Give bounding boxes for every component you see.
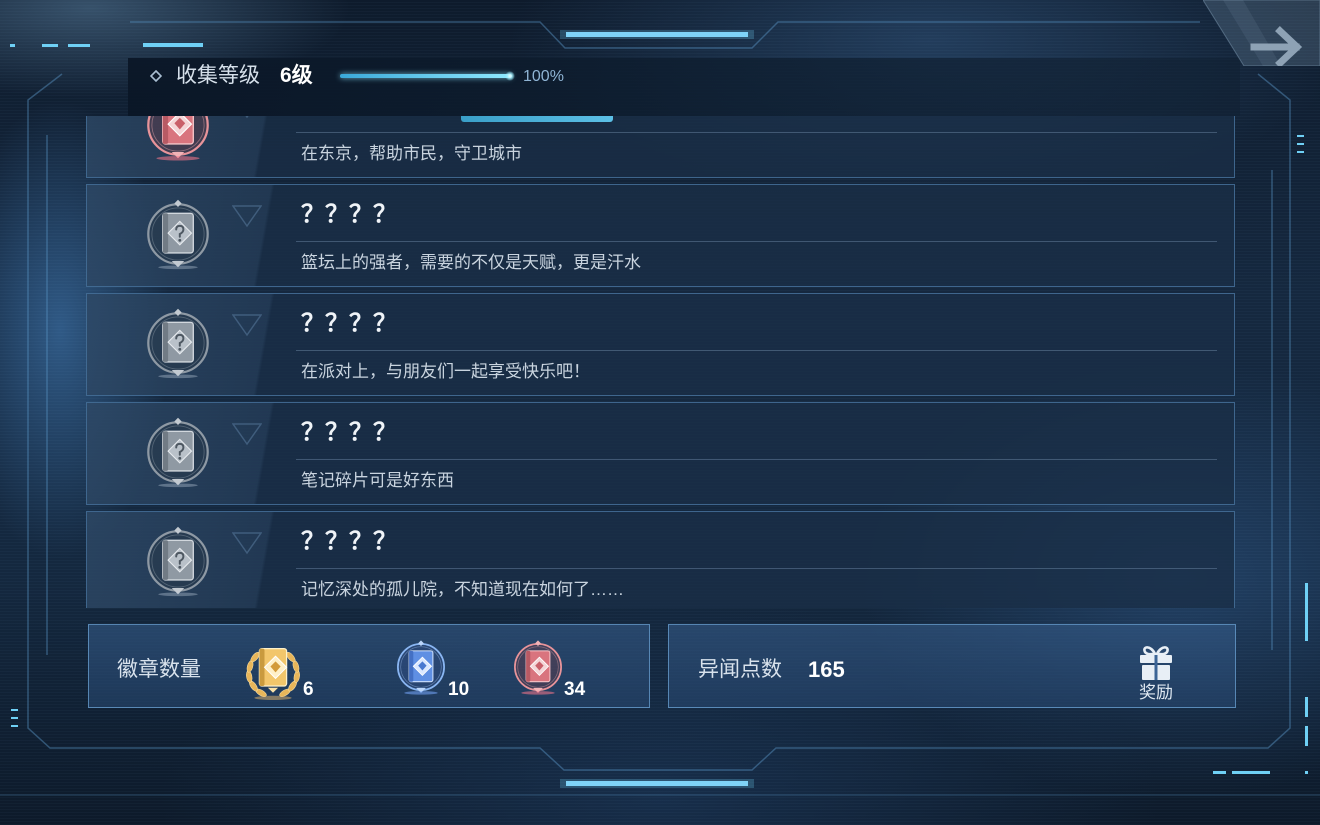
points-label: 异闻点数: [698, 658, 782, 681]
arrow-right-icon: [1202, 0, 1320, 68]
row-divider: [296, 459, 1217, 460]
reward-label: 奖励: [1139, 683, 1173, 702]
triangle-ornament-icon: [245, 116, 249, 119]
triangle-ornament-icon: [232, 205, 262, 228]
achievement-row[interactable]: ？？？？ 篮坛上的强者，需要的不仅是天赋，更是汗水: [86, 184, 1235, 287]
locked-badge-icon: [147, 525, 209, 597]
pink-badge-icon: [514, 639, 562, 695]
pink-badge-icon: [147, 116, 209, 161]
achievement-title: ？？？？: [301, 310, 397, 337]
achievement-description: 在东京，帮助市民，守卫城市: [301, 144, 522, 163]
achievement-description: 在派对上，与朋友们一起享受快乐吧！: [301, 362, 590, 381]
achievement-description: 篮坛上的强者，需要的不仅是天赋，更是汗水: [301, 253, 641, 272]
points-value: 165: [808, 657, 845, 682]
achievement-list-content: 在东京，帮助市民，守卫城市 ？？？？ 篮坛上的强者，需要的不仅是天赋，更是汗水 …: [86, 116, 1235, 608]
level-progress-bar: [340, 71, 515, 81]
title-highlight-bar: [461, 116, 613, 122]
blue-badge-count: 10: [448, 679, 470, 700]
achievement-list[interactable]: 在东京，帮助市民，守卫城市 ？？？？ 篮坛上的强者，需要的不仅是天赋，更是汗水 …: [86, 116, 1235, 608]
achievement-row[interactable]: ？？？？ 在派对上，与朋友们一起享受快乐吧！: [86, 293, 1235, 396]
gold-badge-icon: [244, 647, 302, 701]
achievement-description: 笔记碎片可是好东西: [301, 471, 454, 490]
achievement-title: ？？？？: [301, 201, 397, 228]
locked-badge-icon: [147, 416, 209, 488]
badge-summary-panel: 徽章数量 6 10 34: [88, 624, 650, 708]
collection-level-label: 收集等级: [176, 64, 260, 87]
achievement-title: ？？？？: [301, 528, 397, 555]
achievement-description: 记忆深处的孤儿院，不知道现在如何了……: [301, 580, 624, 599]
achievement-row[interactable]: ？？？？ 记忆深处的孤儿院，不知道现在如何了……: [86, 511, 1235, 608]
row-divider: [296, 568, 1217, 569]
triangle-ornament-icon: [232, 532, 262, 555]
progress-glow: [505, 71, 515, 81]
achievement-row[interactable]: 在东京，帮助市民，守卫城市: [86, 116, 1235, 178]
triangle-ornament-icon: [232, 314, 262, 337]
progress-fill: [340, 71, 515, 81]
blue-badge-icon: [397, 639, 445, 695]
row-divider: [296, 350, 1217, 351]
arrow-button[interactable]: [1202, 0, 1320, 68]
diamond-icon: [150, 70, 162, 82]
locked-badge-icon: [147, 307, 209, 379]
locked-badge-icon: [147, 198, 209, 270]
pink-badge-count: 34: [564, 679, 586, 700]
reward-button[interactable]: 奖励: [1121, 637, 1191, 705]
collection-level-value: 6级: [280, 64, 313, 87]
achievement-title: ？？？？: [301, 419, 397, 446]
gift-icon: [1140, 646, 1172, 680]
progress-percent: 100%: [523, 68, 564, 85]
triangle-ornament-icon: [232, 423, 262, 446]
gold-badge-count: 6: [303, 679, 314, 700]
row-divider: [296, 241, 1217, 242]
points-panel: 异闻点数 165 奖励: [668, 624, 1236, 708]
row-divider: [296, 132, 1217, 133]
achievement-row[interactable]: ？？？？ 笔记碎片可是好东西: [86, 402, 1235, 505]
badge-count-label: 徽章数量: [117, 658, 201, 681]
